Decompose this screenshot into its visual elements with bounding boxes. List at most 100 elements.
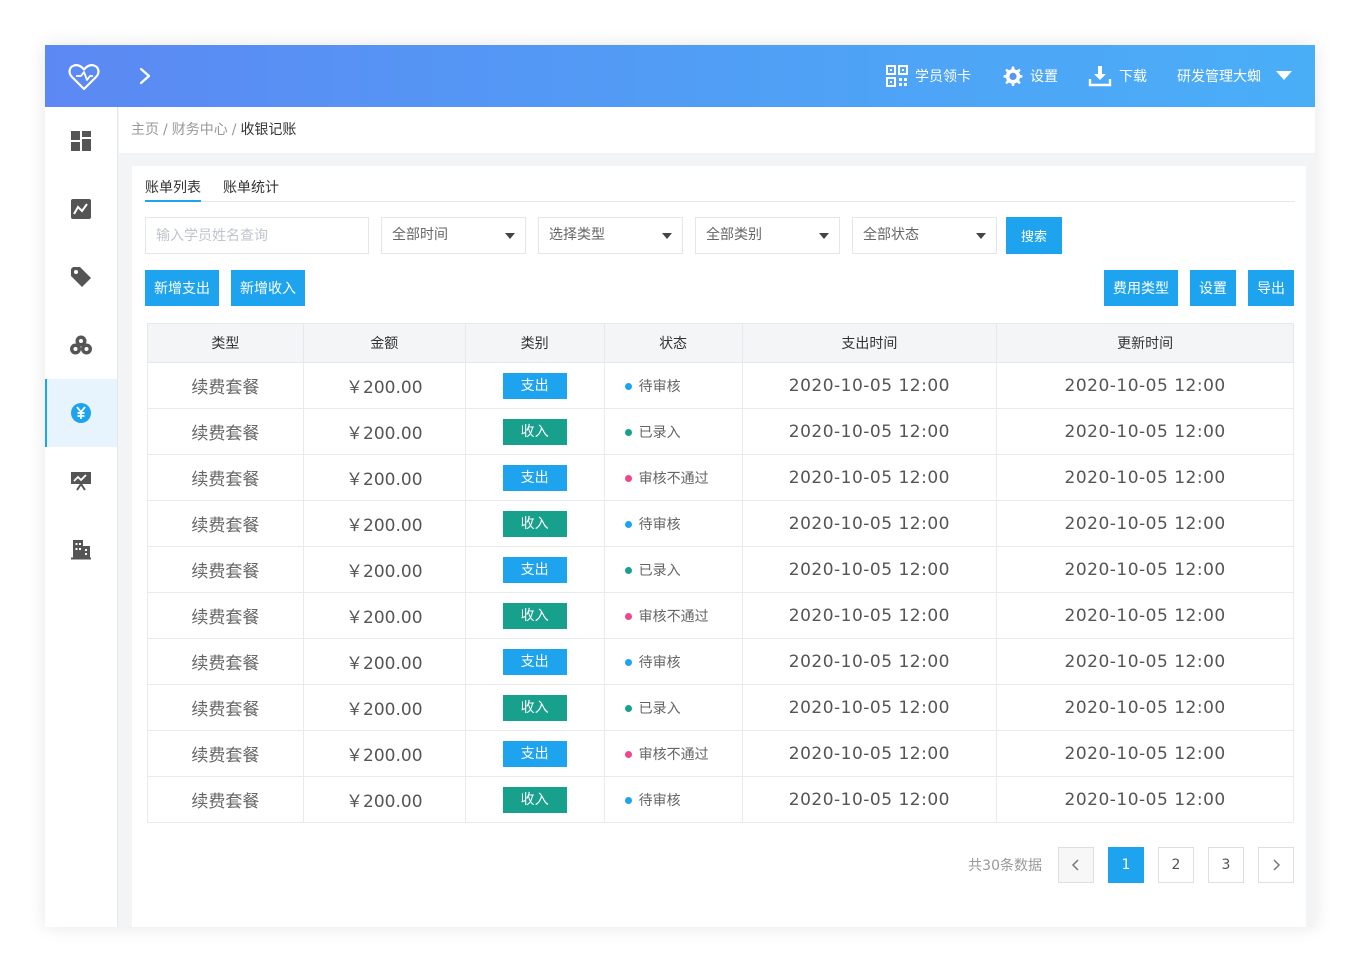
status-text: 审核不通过: [638, 746, 709, 763]
download-button[interactable]: 下载: [1088, 65, 1147, 87]
tag-icon: [71, 267, 91, 287]
page-2-button[interactable]: 2: [1158, 847, 1194, 883]
table-body: 续费套餐 ￥200.00 支出 待审核 2020-10-05 12:00 2020-10-…: [147, 362, 1294, 823]
table-row[interactable]: 续费套餐 ￥200.00 支出 待审核 2020-10-05 12:00 2020-10-…: [147, 638, 1294, 685]
cell-type: 续费套餐: [147, 454, 304, 501]
cell-category: 支出: [464, 454, 605, 501]
table-row[interactable]: 续费套餐 ￥200.00 支出 已录入 2020-10-05 12:00 2020-10-…: [147, 546, 1294, 593]
type-select-value: 选择类型: [549, 227, 605, 243]
status-select[interactable]: 全部状态: [852, 217, 997, 254]
cell-spend-time: 2020-10-05 12:00: [741, 638, 998, 685]
sidebar-item-campus[interactable]: [45, 515, 117, 583]
search-button[interactable]: 搜索: [1006, 217, 1062, 254]
status-text: 待审核: [638, 378, 681, 395]
status-dot-icon: [624, 612, 632, 620]
cell-spend-time: 2020-10-05 12:00: [741, 408, 998, 455]
cell-amount: ￥200.00: [302, 776, 466, 823]
cell-type: 续费套餐: [147, 546, 304, 593]
column-header-amount[interactable]: 金额: [302, 323, 466, 363]
chevron-right-icon[interactable]: [137, 66, 153, 86]
tab-bar: 账单列表 账单统计: [145, 166, 1295, 202]
category-badge: 支出: [502, 556, 567, 583]
column-header-update-time[interactable]: 更新时间: [996, 323, 1294, 363]
cell-amount: ￥200.00: [302, 362, 466, 409]
table-row[interactable]: 续费套餐 ￥200.00 支出 审核不通过 2020-10-05 12:00 2020-1…: [147, 454, 1294, 501]
table-row[interactable]: 续费套餐 ￥200.00 收入 待审核 2020-10-05 12:00 2020-10-…: [147, 500, 1294, 547]
tab-bill-stats[interactable]: 账单统计: [223, 166, 279, 202]
sidebar-item-dashboard[interactable]: [45, 107, 117, 175]
cell-update-time: 2020-10-05 12:00: [996, 546, 1294, 593]
breadcrumb-home[interactable]: 主页: [131, 122, 159, 138]
category-select[interactable]: 全部类别: [695, 217, 840, 254]
table-row[interactable]: 续费套餐 ￥200.00 收入 审核不通过 2020-10-05 12:00 2020-1…: [147, 592, 1294, 639]
status-text: 待审核: [638, 654, 681, 671]
cell-status: 待审核: [603, 500, 743, 547]
status-dot-icon: [624, 566, 632, 574]
category-badge: 支出: [502, 372, 567, 399]
column-header-type[interactable]: 类型: [147, 323, 304, 363]
page-3-button[interactable]: 3: [1208, 847, 1244, 883]
cell-amount: ￥200.00: [302, 500, 466, 547]
caret-down-icon: [819, 233, 829, 239]
time-select[interactable]: 全部时间: [381, 217, 526, 254]
page-1-button[interactable]: 1: [1108, 847, 1144, 883]
top-bar: 学员领卡 设置 下载 研发管理大蜘: [45, 45, 1315, 107]
category-select-value: 全部类别: [706, 227, 762, 243]
column-header-spend-time[interactable]: 支出时间: [741, 323, 998, 363]
filter-bar: 全部时间 选择类型 全部类别 全部状态 搜索: [145, 217, 1062, 254]
bill-table: 类型 金额 类别 状态 支出时间 更新时间 续费套餐 ￥200.00 支出 待审核 20…: [147, 323, 1294, 823]
student-card-label: 学员领卡: [915, 69, 971, 85]
add-income-button[interactable]: 新增收入: [231, 270, 305, 306]
prev-page-button[interactable]: [1058, 847, 1094, 883]
cell-type: 续费套餐: [147, 408, 304, 455]
user-menu[interactable]: 研发管理大蜘: [1177, 66, 1293, 86]
cell-spend-time: 2020-10-05 12:00: [741, 362, 998, 409]
tab-bill-list[interactable]: 账单列表: [145, 166, 201, 202]
cell-amount: ￥200.00: [302, 408, 466, 455]
sidebar-item-tags[interactable]: [45, 243, 117, 311]
cell-category: 收入: [464, 500, 605, 547]
settings-action-button[interactable]: 设置: [1190, 270, 1236, 306]
student-card-button[interactable]: 学员领卡: [886, 65, 971, 87]
heart-logo-icon[interactable]: [67, 62, 101, 92]
table-row[interactable]: 续费套餐 ￥200.00 收入 已录入 2020-10-05 12:00 2020-10-…: [147, 684, 1294, 731]
table-row[interactable]: 续费套餐 ￥200.00 支出 待审核 2020-10-05 12:00 2020-10-…: [147, 362, 1294, 409]
main-card: 账单列表 账单统计 全部时间 选择类型 全部类别 全部状态 搜索: [132, 166, 1306, 927]
export-button[interactable]: 导出: [1248, 270, 1294, 306]
breadcrumb-section[interactable]: 财务中心: [172, 122, 228, 138]
cell-update-time: 2020-10-05 12:00: [996, 638, 1294, 685]
student-search-input[interactable]: [145, 217, 369, 254]
status-text: 待审核: [638, 516, 681, 533]
column-header-category[interactable]: 类别: [464, 323, 605, 363]
cell-type: 续费套餐: [147, 730, 304, 777]
qrcode-icon: [886, 65, 908, 87]
cell-status: 已录入: [603, 684, 743, 731]
status-text: 待审核: [638, 792, 681, 809]
status-dot-icon: [624, 520, 632, 528]
caret-down-icon: [505, 233, 515, 239]
type-select[interactable]: 选择类型: [538, 217, 683, 254]
cell-category: 收入: [464, 592, 605, 639]
table-row[interactable]: 续费套餐 ￥200.00 支出 审核不通过 2020-10-05 12:00 2020-1…: [147, 730, 1294, 777]
cell-status: 待审核: [603, 776, 743, 823]
download-label: 下载: [1119, 69, 1147, 85]
table-row[interactable]: 续费套餐 ￥200.00 收入 待审核 2020-10-05 12:00 2020-10-…: [147, 776, 1294, 823]
column-header-status[interactable]: 状态: [603, 323, 743, 363]
sidebar-item-finance[interactable]: [45, 379, 117, 447]
add-expense-button[interactable]: 新增支出: [145, 270, 219, 306]
coins-icon: [70, 335, 92, 355]
chevron-left-icon: [1071, 859, 1079, 871]
cell-spend-time: 2020-10-05 12:00: [741, 546, 998, 593]
status-text: 已录入: [638, 562, 681, 579]
settings-button[interactable]: 设置: [1001, 65, 1058, 87]
next-page-button[interactable]: [1258, 847, 1294, 883]
table-row[interactable]: 续费套餐 ￥200.00 收入 已录入 2020-10-05 12:00 2020-10-…: [147, 408, 1294, 455]
yen-circle-icon: [71, 403, 91, 423]
app-window: 学员领卡 设置 下载 研发管理大蜘 主页 / 财务中心 / 收银记账 账单列表 …: [45, 45, 1315, 927]
sidebar-item-analytics[interactable]: [45, 175, 117, 243]
sidebar-item-presentation[interactable]: [45, 447, 117, 515]
status-text: 已录入: [638, 424, 681, 441]
fee-type-button[interactable]: 费用类型: [1104, 270, 1178, 306]
total-count: 共30条数据: [968, 858, 1042, 874]
sidebar-item-finance-settings[interactable]: [45, 311, 117, 379]
